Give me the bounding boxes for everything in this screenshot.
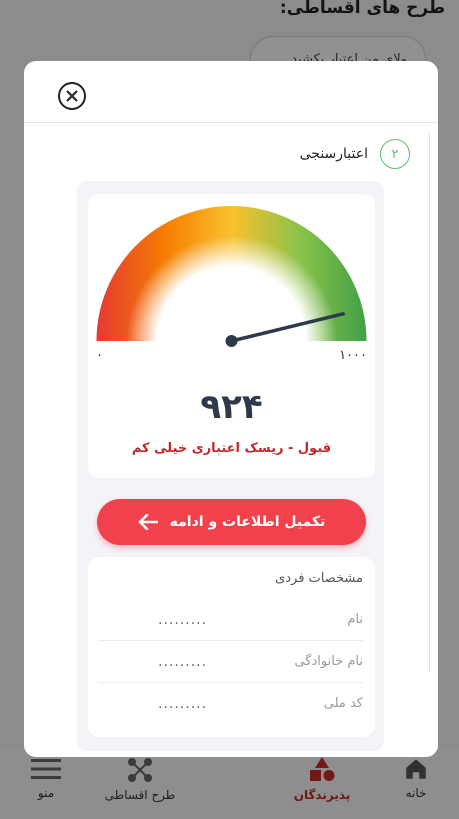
info-row-last-name: نام خانوادگی .........	[98, 641, 363, 683]
close-button[interactable]	[58, 82, 86, 110]
cta-label: تکمیل اطلاعات و ادامه	[169, 514, 326, 530]
gauge-needle-hub	[225, 335, 238, 347]
credit-score-modal: ۲ اعتبارسنجی ۰ ۱۰۰۰ ۹۲۴ قبول - ریسک اعتب…	[24, 61, 438, 757]
step-label: اعتبارسنجی	[299, 146, 368, 162]
arrow-left-icon	[138, 514, 158, 530]
info-label: نام	[347, 612, 363, 627]
info-label: نام خانوادگی	[294, 654, 363, 669]
info-row-national-id: کد ملی .........	[98, 683, 363, 724]
personal-info-title: مشخصات فردی	[275, 571, 363, 586]
info-value: .........	[158, 611, 208, 628]
credit-score-value: ۹۲۴	[200, 387, 263, 427]
info-value: .........	[158, 653, 208, 670]
gauge-min-label: ۰	[96, 348, 103, 363]
credit-status-text: قبول - ریسک اعتباری خیلی کم	[131, 441, 332, 456]
complete-info-continue-button[interactable]: تکمیل اطلاعات و ادامه	[97, 499, 366, 545]
modal-divider	[24, 122, 438, 123]
personal-info-card: مشخصات فردی نام ......... نام خانوادگی .…	[88, 557, 375, 737]
gauge-inner-fade	[96, 206, 367, 341]
step-timeline-line	[429, 133, 430, 673]
gauge-card: ۰ ۱۰۰۰ ۹۲۴ قبول - ریسک اعتباری خیلی کم	[88, 194, 375, 478]
info-label: کد ملی	[323, 696, 363, 711]
step-number-badge: ۲	[380, 139, 410, 169]
step-indicator: ۲ اعتبارسنجی	[300, 139, 410, 169]
gauge-max-label: ۱۰۰۰	[339, 348, 367, 363]
info-value: .........	[158, 695, 208, 712]
credit-gauge	[96, 206, 367, 347]
info-row-first-name: نام .........	[98, 599, 363, 641]
close-icon	[66, 90, 78, 102]
